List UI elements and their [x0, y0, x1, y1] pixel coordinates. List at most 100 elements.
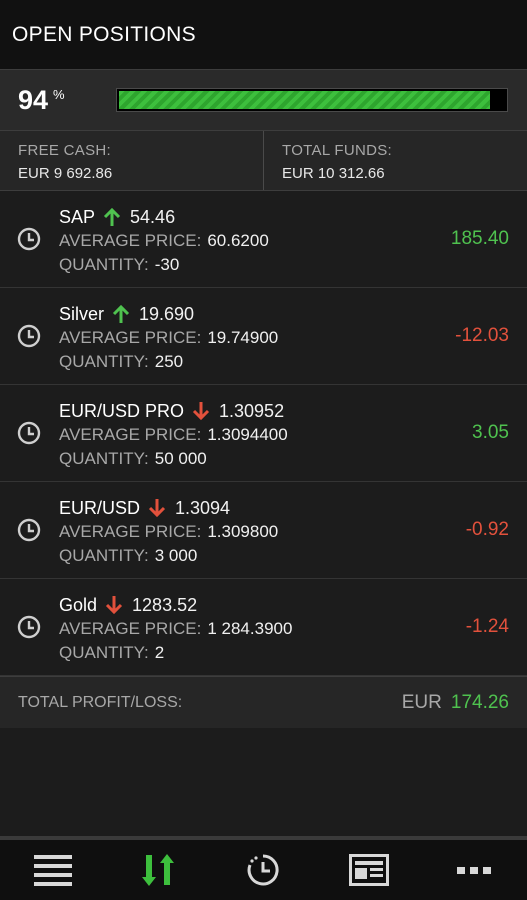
position-row[interactable]: EUR/USD PRO 1.30952 AVERAGE PRICE: 1.309440…: [0, 385, 527, 482]
average-price-label: AVERAGE PRICE:: [59, 522, 202, 541]
average-price-label: AVERAGE PRICE:: [59, 328, 202, 347]
quantity: QUANTITY: 3 000: [59, 544, 278, 568]
price-down-icon: [148, 499, 166, 518]
clock-icon: [17, 615, 41, 639]
quantity-value: 3 000: [154, 546, 198, 565]
profit-loss-value: -0.92: [465, 519, 509, 540]
position-info: EUR/USD PRO 1.30952 AVERAGE PRICE: 1.309440…: [59, 399, 288, 471]
average-price-value: 60.6200: [207, 231, 269, 250]
position-header: Silver 19.690: [59, 302, 278, 326]
quantity-label: QUANTITY:: [59, 255, 149, 274]
history-clock-icon: [248, 854, 280, 886]
usage-percent-value: 94: [18, 84, 49, 115]
average-price-label: AVERAGE PRICE:: [59, 231, 202, 250]
nav-more[interactable]: [444, 842, 504, 898]
average-price: AVERAGE PRICE: 1.3094400: [59, 423, 288, 447]
instrument-name: EUR/USD: [59, 497, 141, 518]
average-price-value: 1.3094400: [207, 425, 288, 444]
clock-icon: [17, 227, 41, 251]
quantity: QUANTITY: 2: [59, 641, 292, 665]
news-icon: [348, 854, 389, 886]
quantity-value: 2: [154, 643, 165, 662]
average-price-label: AVERAGE PRICE:: [59, 425, 202, 444]
price-up-icon: [103, 207, 121, 226]
total-profit-loss-label: TOTAL PROFIT/LOSS:: [18, 693, 183, 711]
instrument-name: EUR/USD PRO: [59, 400, 185, 421]
instrument-name: Gold: [59, 594, 98, 615]
current-price: 1.30952: [219, 400, 285, 421]
position-row[interactable]: SAP 54.46 AVERAGE PRICE: 60.6200 QUANTITY: -3…: [0, 191, 527, 288]
free-cash-value: EUR 9 692.86: [18, 165, 113, 182]
quantity-value: 50 000: [154, 449, 207, 468]
total-profit-loss-value: 174.26: [450, 691, 509, 713]
usage-percent: 94 %: [0, 85, 98, 116]
bottom-navigation: [0, 836, 527, 900]
position-row[interactable]: Gold 1283.52 AVERAGE PRICE: 1 284.3900 QUANT…: [0, 579, 527, 676]
quantity-label: QUANTITY:: [59, 546, 149, 565]
average-price-label: AVERAGE PRICE:: [59, 619, 202, 638]
app-header: OPEN POSITIONS: [0, 0, 527, 69]
average-price: AVERAGE PRICE: 1.309800: [59, 520, 278, 544]
quantity-label: QUANTITY:: [59, 643, 149, 662]
free-cash-label: FREE CASH:: [18, 142, 112, 159]
position-info: SAP 54.46 AVERAGE PRICE: 60.6200 QUANTITY: -3…: [59, 205, 269, 277]
average-price-value: 1 284.3900: [207, 619, 293, 638]
clock-icon: [17, 324, 41, 348]
positions-list: SAP 54.46 AVERAGE PRICE: 60.6200 QUANTITY: -3…: [0, 191, 527, 676]
profit-loss-value: 3.05: [472, 422, 509, 443]
free-cash: FREE CASH: EUR 9 692.86: [0, 131, 263, 190]
price-down-icon: [105, 596, 123, 615]
average-price-value: 1.309800: [207, 522, 279, 541]
current-price: 19.690: [139, 303, 195, 324]
total-profit-loss-amount: EUR 174.26: [402, 692, 509, 714]
nav-news[interactable]: [339, 842, 399, 898]
positions-arrows-icon: [142, 854, 175, 886]
quantity: QUANTITY: 50 000: [59, 447, 288, 471]
average-price: AVERAGE PRICE: 1 284.3900: [59, 617, 292, 641]
nav-history[interactable]: [233, 842, 293, 898]
current-price: 54.46: [130, 206, 176, 227]
position-header: EUR/USD PRO 1.30952: [59, 399, 288, 423]
total-funds-value: EUR 10 312.66: [282, 165, 385, 182]
more-icon: [457, 867, 492, 874]
quantity-label: QUANTITY:: [59, 449, 149, 468]
page-title: OPEN POSITIONS: [12, 22, 196, 46]
quantity-value: -30: [154, 255, 180, 274]
average-price: AVERAGE PRICE: 60.6200: [59, 229, 269, 253]
position-header: EUR/USD 1.3094: [59, 496, 278, 520]
nav-menu[interactable]: [23, 842, 83, 898]
average-price: AVERAGE PRICE: 19.74900: [59, 326, 278, 350]
quantity-value: 250: [154, 352, 184, 371]
menu-icon: [33, 855, 72, 886]
position-header: SAP 54.46: [59, 205, 269, 229]
nav-positions[interactable]: [128, 842, 188, 898]
total-funds-label: TOTAL FUNDS:: [282, 142, 392, 159]
total-currency: EUR: [401, 691, 442, 713]
current-price: 1.3094: [175, 497, 231, 518]
funds-summary: FREE CASH: EUR 9 692.86 TOTAL FUNDS: EUR…: [0, 131, 527, 191]
position-info: Silver 19.690 AVERAGE PRICE: 19.74900 QUANTI…: [59, 302, 278, 374]
position-header: Gold 1283.52: [59, 593, 292, 617]
position-row[interactable]: EUR/USD 1.3094 AVERAGE PRICE: 1.309800 QUANT…: [0, 482, 527, 579]
usage-progress-bar: [116, 88, 508, 112]
profit-loss-value: -12.03: [455, 325, 509, 346]
total-funds: TOTAL FUNDS: EUR 10 312.66: [263, 131, 527, 190]
usage-percent-symbol: %: [53, 86, 65, 102]
quantity-label: QUANTITY:: [59, 352, 149, 371]
usage-progress-fill: [119, 91, 490, 109]
quantity: QUANTITY: 250: [59, 350, 278, 374]
position-row[interactable]: Silver 19.690 AVERAGE PRICE: 19.74900 QUANTI…: [0, 288, 527, 385]
price-down-icon: [192, 402, 210, 421]
profit-loss-value: 185.40: [450, 228, 509, 249]
total-profit-loss: TOTAL PROFIT/LOSS: EUR 174.26: [0, 676, 527, 728]
profit-loss-value: -1.24: [465, 616, 509, 637]
current-price: 1283.52: [132, 594, 198, 615]
margin-usage: 94 %: [0, 69, 527, 131]
position-info: EUR/USD 1.3094 AVERAGE PRICE: 1.309800 QUANT…: [59, 496, 278, 568]
position-info: Gold 1283.52 AVERAGE PRICE: 1 284.3900 QUANT…: [59, 593, 292, 665]
average-price-value: 19.74900: [207, 328, 279, 347]
price-up-icon: [112, 304, 130, 323]
instrument-name: Silver: [59, 303, 105, 324]
quantity: QUANTITY: -30: [59, 253, 269, 277]
clock-icon: [17, 421, 41, 445]
